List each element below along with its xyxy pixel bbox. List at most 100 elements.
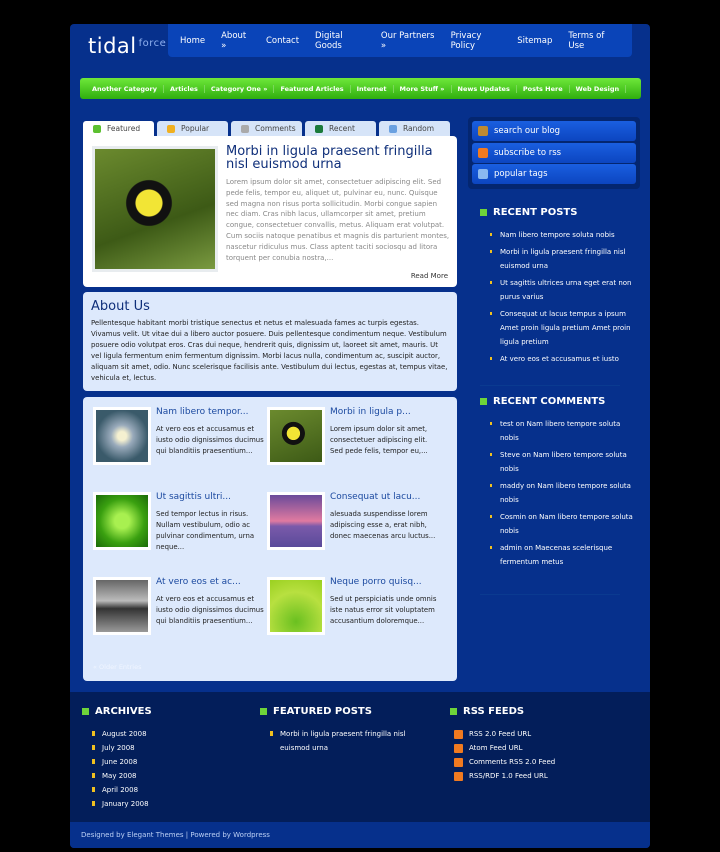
tab-icon	[315, 124, 323, 133]
list-item[interactable]: June 2008	[92, 755, 152, 769]
list-item-label: April 2008	[102, 786, 139, 794]
nav-item[interactable]: Terms of Use	[568, 31, 616, 51]
nav-item[interactable]: Contact	[266, 36, 299, 46]
post-title[interactable]: Nam libero tempor...	[156, 407, 249, 417]
tab-label: Comments	[255, 124, 296, 133]
category-item[interactable]: Category One »	[205, 84, 275, 93]
tab-random[interactable]: Random	[379, 121, 450, 136]
post-title[interactable]: Morbi in ligula p...	[330, 407, 411, 417]
post-thumbnail[interactable]	[93, 577, 151, 635]
post-thumbnail[interactable]	[267, 492, 325, 550]
post-item: Neque porro quisq... Sed ut perspiciatis …	[267, 577, 442, 657]
featured-image[interactable]	[92, 146, 218, 272]
list-item[interactable]: Morbi in ligula praesent fringilla nisl …	[270, 727, 420, 755]
post-excerpt: At vero eos et accusamus et iusto odio d…	[156, 425, 264, 455]
post-thumbnail[interactable]	[267, 407, 325, 465]
post-title[interactable]: Ut sagittis ultri...	[156, 492, 231, 502]
recent-posts-widget: RECENT POSTS Nam libero tempore soluta n…	[480, 207, 640, 369]
post-item: At vero eos et ac... At vero eos et accus…	[93, 577, 268, 657]
list-item[interactable]: Consequat ut lacus tempus a ipsum Amet p…	[490, 307, 640, 349]
tab-comments[interactable]: Comments	[231, 121, 302, 136]
about-title: About Us	[91, 299, 150, 314]
list-item[interactable]: Comments RSS 2.0 Feed	[454, 755, 555, 769]
footer: ARCHIVES August 2008 July 2008 June 2008 May…	[70, 692, 650, 822]
list-item[interactable]: admin on Maecenas scelerisque fermentum …	[490, 541, 640, 569]
featured-excerpt: Lorem ipsum dolor sit amet, consectetuer…	[226, 178, 450, 262]
list-item[interactable]: Morbi in ligula praesent fringilla nisl …	[490, 245, 640, 273]
sidebar-button-label: search our blog	[494, 126, 561, 136]
list-item[interactable]: test on Nam libero tempore soluta nobis	[490, 417, 640, 445]
list-item[interactable]: maddy on Nam libero tempore soluta nobis	[490, 479, 640, 507]
category-item[interactable]: More Stuff »	[394, 84, 452, 93]
nav-item[interactable]: Home	[180, 36, 205, 46]
list-item[interactable]: January 2008	[92, 797, 152, 811]
footer-title: RSS FEEDS	[463, 706, 525, 717]
nav-item[interactable]: Our Partners »	[381, 31, 435, 51]
list-item[interactable]: Ut sagittis ultrices urna eget erat non …	[490, 276, 640, 304]
list-item[interactable]: At vero eos et accusamus et iusto	[490, 352, 640, 366]
category-item[interactable]: Another Category	[86, 84, 164, 93]
widget-title: RECENT COMMENTS	[493, 396, 606, 407]
tab-label: Random	[403, 124, 435, 133]
list-item-label: RSS/RDF 1.0 Feed URL	[469, 772, 548, 780]
logo[interactable]: tidal force	[88, 34, 166, 58]
list-item-label: June 2008	[102, 758, 138, 766]
list-item[interactable]: Atom Feed URL	[454, 741, 555, 755]
category-item[interactable]: Articles	[164, 84, 205, 93]
category-item[interactable]: Posts Here	[517, 84, 570, 93]
sidebar-button[interactable]: popular tags	[472, 164, 636, 184]
featured-panel: Morbi in ligula praesent fringilla nisl …	[83, 136, 457, 287]
post-title[interactable]: At vero eos et ac...	[156, 577, 241, 587]
sidebar-button[interactable]: search our blog	[472, 121, 636, 141]
nav-item[interactable]: Privacy Policy	[451, 31, 502, 51]
list-item[interactable]: Cosmin on Nam libero tempore soluta nobi…	[490, 510, 640, 538]
post-excerpt: Lorem ipsum dolor sit amet, consectetuer…	[330, 425, 428, 455]
list-item[interactable]: August 2008	[92, 727, 152, 741]
category-item[interactable]: Internet	[351, 84, 394, 93]
list-item-label: Cosmin on Nam libero tempore soluta nobi…	[500, 513, 633, 535]
sidebar-button[interactable]: subscribe to rss	[472, 142, 636, 163]
older-entries-link[interactable]: « Older Entries	[93, 663, 141, 671]
logo-text: tidal	[88, 34, 137, 58]
tab-popular[interactable]: Popular	[157, 121, 228, 136]
rss-icon	[454, 729, 463, 739]
list-item-label: RSS 2.0 Feed URL	[469, 730, 532, 738]
post-title[interactable]: Neque porro quisq...	[330, 577, 422, 587]
category-item[interactable]: Web Design	[570, 84, 627, 93]
post-item: Nam libero tempor... At vero eos et accus…	[93, 407, 268, 487]
category-item[interactable]: Featured Articles	[274, 84, 351, 93]
nav-item[interactable]: Sitemap	[517, 36, 552, 46]
list-item[interactable]: Steve on Nam libero tempore soluta nobis	[490, 448, 640, 476]
read-more-link[interactable]: Read More	[411, 272, 448, 280]
divider	[480, 594, 620, 595]
featured-title[interactable]: Morbi in ligula praesent fringilla nisl …	[226, 145, 451, 171]
tab-recent[interactable]: Recent	[305, 121, 376, 136]
bullet-icon	[260, 708, 267, 715]
list-item-label: Atom Feed URL	[469, 744, 523, 752]
list-item[interactable]: RSS 2.0 Feed URL	[454, 727, 555, 741]
list-item-label: July 2008	[102, 744, 135, 752]
about-section: About Us Pellentesque habitant morbi tri…	[83, 292, 457, 391]
list-item-label: maddy on Nam libero tempore soluta nobis	[500, 482, 631, 504]
list-item[interactable]: July 2008	[92, 741, 152, 755]
bullet-icon	[480, 398, 487, 405]
list-item[interactable]: April 2008	[92, 783, 152, 797]
post-thumbnail[interactable]	[93, 407, 151, 465]
post-thumbnail[interactable]	[267, 577, 325, 635]
list-item-label: May 2008	[102, 772, 137, 780]
list-item[interactable]: May 2008	[92, 769, 152, 783]
rss-icon	[454, 771, 463, 781]
nav-item[interactable]: Digital Goods	[315, 31, 365, 51]
category-item[interactable]: News Updates	[452, 84, 517, 93]
list-item[interactable]: Nam libero tempore soluta nobis	[490, 228, 640, 242]
sidebar-button-label: popular tags	[494, 169, 548, 179]
tab-label: Popular	[181, 124, 210, 133]
post-thumbnail[interactable]	[93, 492, 151, 550]
post-title[interactable]: Consequat ut lacu...	[330, 492, 420, 502]
list-item[interactable]: RSS/RDF 1.0 Feed URL	[454, 769, 555, 783]
sidebar-button-label: subscribe to rss	[494, 147, 562, 158]
tab-featured[interactable]: Featured	[83, 121, 154, 136]
post-item: Morbi in ligula p... Lorem ipsum dolor si…	[267, 407, 442, 487]
nav-item[interactable]: About »	[221, 31, 250, 51]
widget-title: RECENT POSTS	[493, 207, 578, 218]
